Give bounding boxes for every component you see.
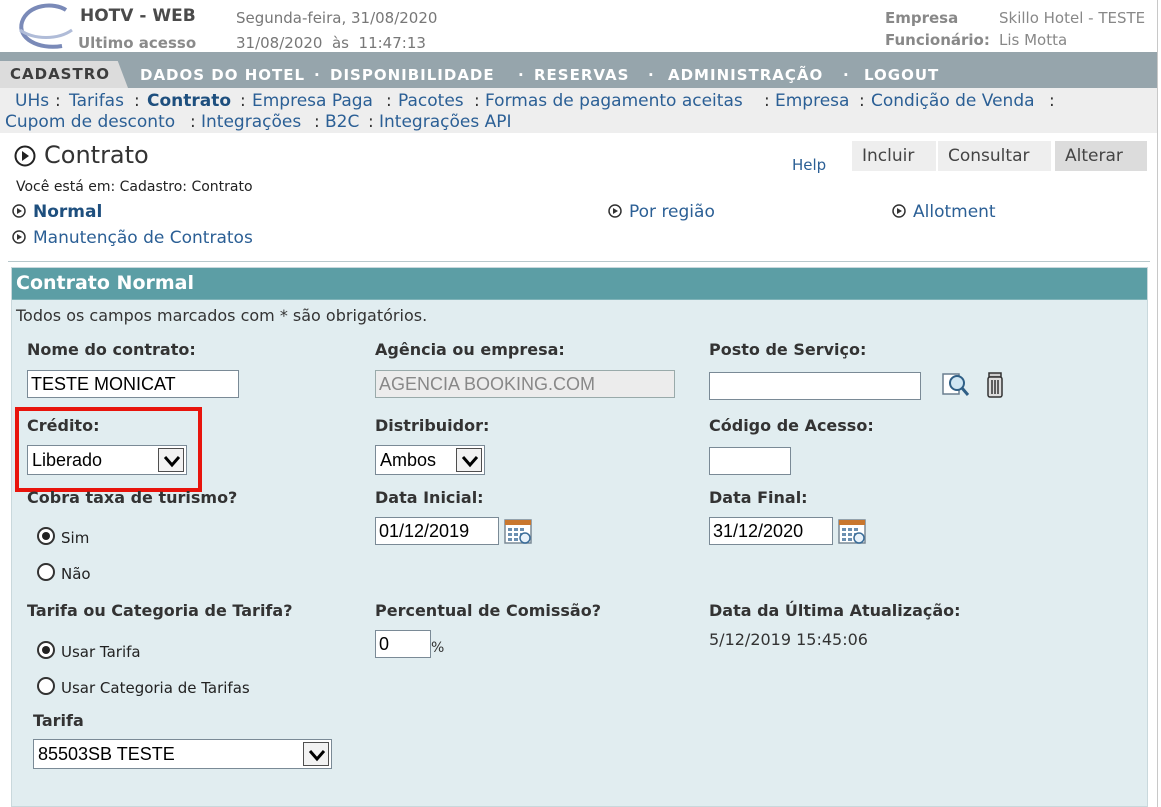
use-rate-radio[interactable]	[37, 641, 55, 659]
tourism-yes-radio[interactable]	[37, 527, 55, 545]
highlight-box	[15, 407, 202, 492]
nav-reservas[interactable]: RESERVAS	[534, 66, 629, 84]
tourism-tax-label: Cobra taxa de turismo?	[27, 488, 238, 507]
company-label: Empresa	[885, 9, 959, 27]
nav-separator: ·	[843, 66, 849, 84]
company-value: Skillo Hotel - TESTE	[999, 9, 1146, 27]
nav-separator: ·	[648, 66, 654, 84]
rate-value: 85503SB TESTE	[38, 744, 175, 764]
commission-input[interactable]: 0	[375, 630, 431, 658]
start-date-input[interactable]: 01/12/2019	[375, 517, 499, 545]
end-date-input[interactable]: 31/12/2020	[709, 517, 833, 545]
sub-menu: UHs : Tarifas : Contrato : Empresa Paga …	[0, 88, 1157, 133]
submenu-empresa[interactable]: Empresa	[775, 91, 849, 111]
breadcrumb: Você está em: Cadastro: Contrato	[16, 179, 253, 195]
nav-disponibilidade[interactable]: DISPONIBILIDADE	[330, 66, 495, 84]
tourism-no-radio[interactable]	[37, 563, 55, 581]
tab-alterar[interactable]: Alterar	[1055, 141, 1147, 171]
nav-cadastro[interactable]: CADASTRO	[0, 61, 128, 88]
tourism-yes-label: Sim	[61, 529, 90, 547]
hotv-logo	[19, 3, 73, 49]
contract-name-label: Nome do contrato:	[27, 340, 196, 359]
calendar-icon[interactable]	[838, 517, 866, 545]
play-circle-icon	[12, 204, 26, 218]
submenu-tarifas[interactable]: Tarifas	[69, 91, 124, 111]
required-note: Todos os campos marcados com * são obrig…	[16, 306, 428, 325]
percent-sign: %	[431, 640, 445, 656]
commission-label: Percentual de Comissão?	[375, 601, 601, 620]
app-name: HOTV - WEB	[80, 6, 196, 26]
last-access-value: 31/08/2020 às 11:47:13	[236, 34, 426, 52]
help-link[interactable]: Help	[792, 156, 826, 174]
trash-icon[interactable]	[985, 371, 1005, 399]
last-update-label: Data da Última Atualização:	[709, 601, 961, 620]
contract-name-input[interactable]: TESTE MONICAT	[27, 370, 239, 398]
last-update-value: 5/12/2019 15:45:06	[709, 630, 868, 649]
page-title: Contrato	[44, 141, 149, 169]
option-normal[interactable]: Normal	[33, 202, 102, 222]
nav-separator: ·	[518, 66, 524, 84]
tourism-no-label: Não	[61, 565, 91, 583]
option-allotment[interactable]: Allotment	[913, 202, 996, 222]
calendar-icon[interactable]	[504, 517, 532, 545]
chevron-down-icon	[303, 742, 329, 766]
window-edge	[1157, 0, 1158, 807]
agency-input: AGENCIA BOOKING.COM	[375, 370, 675, 398]
main-nav: CADASTRO DADOS DO HOTEL · DISPONIBILIDAD…	[0, 52, 1157, 88]
access-code-input[interactable]	[709, 447, 791, 475]
last-access-label: Ultimo acesso	[78, 34, 197, 52]
chevron-down-icon	[456, 448, 482, 472]
distributor-label: Distribuidor:	[375, 416, 490, 435]
submenu-formas-pagamento[interactable]: Formas de pagamento aceitas	[485, 91, 743, 111]
current-date: Segunda-feira, 31/08/2020	[236, 9, 438, 27]
submenu-uhs[interactable]: UHs	[15, 91, 49, 111]
play-circle-icon	[14, 145, 36, 167]
access-code-label: Código de Acesso:	[709, 416, 874, 435]
use-rate-label: Usar Tarifa	[61, 643, 141, 661]
form-title: Contrato Normal	[16, 272, 195, 294]
distributor-value: Ambos	[380, 450, 437, 470]
search-lookup-icon[interactable]	[941, 370, 971, 400]
submenu-condicao-venda[interactable]: Condição de Venda	[871, 91, 1035, 111]
option-por-regiao[interactable]: Por região	[629, 202, 715, 222]
end-date-label: Data Final:	[709, 488, 808, 507]
submenu-empresa-paga[interactable]: Empresa Paga	[252, 91, 373, 111]
agency-label: Agência ou empresa:	[375, 340, 565, 359]
tab-incluir[interactable]: Incluir	[852, 141, 936, 171]
submenu-integracoes[interactable]: Integrações	[201, 112, 301, 132]
distributor-select[interactable]: Ambos	[375, 445, 485, 475]
service-post-input[interactable]	[709, 372, 921, 400]
use-category-radio[interactable]	[37, 677, 55, 695]
submenu-integracoes-api[interactable]: Integrações API	[379, 112, 511, 132]
play-circle-icon	[892, 204, 906, 218]
submenu-contrato[interactable]: Contrato	[147, 91, 231, 111]
submenu-b2c[interactable]: B2C	[325, 112, 359, 132]
nav-dados-do-hotel[interactable]: DADOS DO HOTEL	[140, 66, 305, 84]
service-post-label: Posto de Serviço:	[709, 340, 867, 359]
divider	[8, 261, 1150, 262]
employee-value: Lis Motta	[999, 31, 1068, 49]
use-category-label: Usar Categoria de Tarifas	[61, 679, 250, 697]
submenu-pacotes[interactable]: Pacotes	[398, 91, 464, 111]
nav-administracao[interactable]: ADMINISTRAÇÃO	[668, 66, 823, 84]
rate-label: Tarifa	[33, 711, 84, 730]
rate-or-category-label: Tarifa ou Categoria de Tarifa?	[27, 601, 293, 620]
start-date-label: Data Inicial:	[375, 488, 484, 507]
play-circle-icon	[12, 230, 26, 244]
rate-select[interactable]: 85503SB TESTE	[33, 739, 332, 769]
employee-label: Funcionário:	[885, 31, 990, 49]
option-manutencao-contratos[interactable]: Manutenção de Contratos	[33, 228, 253, 248]
nav-separator: ·	[314, 66, 320, 84]
play-circle-icon	[608, 204, 622, 218]
submenu-cupom-desconto[interactable]: Cupom de desconto	[5, 112, 175, 132]
nav-logout[interactable]: LOGOUT	[864, 66, 939, 84]
tab-consultar[interactable]: Consultar	[938, 141, 1051, 171]
